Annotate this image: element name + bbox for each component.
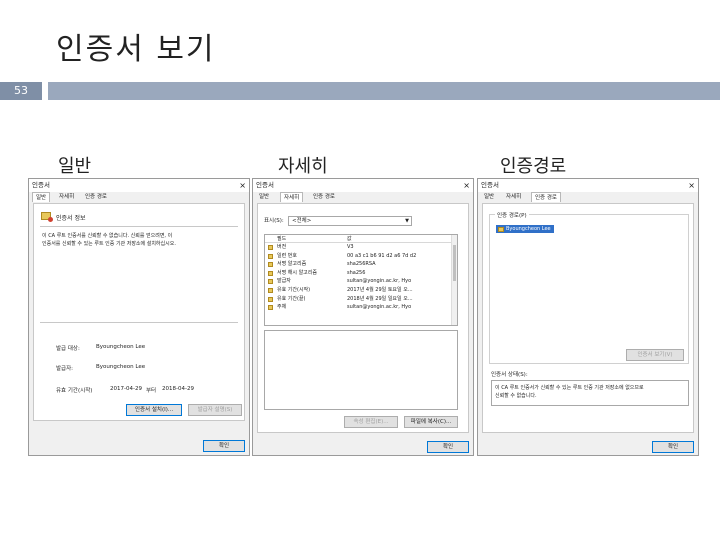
window-title: 인증서 xyxy=(256,181,274,189)
path-content: 인증 경로(P) Byoungcheon Lee 인증서 보기(V) 인증서 상… xyxy=(482,203,694,433)
panel-label-path: 인증경로 xyxy=(500,156,567,177)
validity-from: 2017-04-29 xyxy=(110,386,142,392)
certificate-warning-icon xyxy=(41,212,53,222)
window-titlebar: 인증서 × xyxy=(478,179,698,192)
show-label: 표시(S): xyxy=(264,218,284,224)
cert-status-box: 이 CA 루트 인증서가 신뢰할 수 있는 루트 인증 기관 저장소에 없으므로… xyxy=(491,380,689,406)
cert-path-label: 인증 경로(P) xyxy=(495,211,529,219)
general-content: 인증서 정보 이 CA 루트 인증서를 신뢰할 수 없습니다. 신뢰를 얻으려면… xyxy=(33,203,245,421)
cert-message-line2: 인증서를 신뢰할 수 있는 루트 인증 기관 저장소에 설치하십시오. xyxy=(42,241,176,247)
tab-bar: 일반 자세히 인증 경로 xyxy=(481,192,698,202)
validity-to-label: 부터 xyxy=(146,388,157,394)
list-item[interactable]: 서명 알고리즘 sha256RSA xyxy=(265,260,457,269)
divider xyxy=(40,322,238,323)
details-list[interactable]: 필드 값 버전 V3 일련 번호 00 a3 c1 b6 91 d2 a6 7d d… xyxy=(264,234,458,326)
certificate-window-details: 인증서 × 일반 자세히 인증 경로 표시(S): <전체> ▼ 필드 값 버전… xyxy=(252,178,474,456)
validity-to: 2018-04-29 xyxy=(162,386,194,392)
field-icon xyxy=(268,262,273,268)
field-icon xyxy=(268,270,273,276)
details-list-header: 필드 값 xyxy=(265,235,457,243)
show-select[interactable]: <전체> ▼ xyxy=(288,216,412,226)
column-value: 값 xyxy=(347,236,352,242)
issued-to-label: 발급 대상: xyxy=(56,346,80,352)
issued-by-label: 발급자: xyxy=(56,366,74,372)
tab-cert-path[interactable]: 인증 경로 xyxy=(531,192,561,202)
show-select-value: <전체> xyxy=(292,218,312,224)
window-titlebar: 인증서 × xyxy=(29,179,249,192)
tab-general[interactable]: 일반 xyxy=(256,192,272,202)
certificate-icon xyxy=(498,226,504,232)
cert-path-group: 인증 경로(P) Byoungcheon Lee 인증서 보기(V) xyxy=(489,211,689,364)
field-icon xyxy=(268,296,273,302)
divider xyxy=(40,226,238,227)
validity-label: 유효 기간(시작) xyxy=(56,388,93,394)
certificate-window-path: 인증서 × 일반 자세히 인증 경로 인증 경로(P) Byoungcheon … xyxy=(477,178,699,456)
issuer-statement-button[interactable]: 발급자 설명(S) xyxy=(188,404,242,416)
list-item[interactable]: 유효 기간(시작) 2017년 4월 29일 토요일 오... xyxy=(265,286,457,295)
install-certificate-button[interactable]: 인증서 설치(I)... xyxy=(126,404,182,416)
tab-details[interactable]: 자세히 xyxy=(280,192,304,202)
field-icon xyxy=(268,253,273,259)
ok-button[interactable]: 확인 xyxy=(652,441,694,453)
ok-button[interactable]: 확인 xyxy=(427,441,469,453)
issued-to-value: Byoungcheon Lee xyxy=(96,344,146,350)
edit-properties-button[interactable]: 속성 편집(E)... xyxy=(344,416,398,428)
cert-message-line1: 이 CA 루트 인증서를 신뢰할 수 없습니다. 신뢰를 얻으려면, 이 xyxy=(42,233,173,239)
tab-details[interactable]: 자세히 xyxy=(56,192,77,202)
list-item[interactable]: 서명 해시 알고리즘 sha256 xyxy=(265,269,457,278)
cert-status-line2: 신뢰할 수 없습니다. xyxy=(495,393,537,399)
cert-status-label: 인증서 상태(S): xyxy=(491,372,528,378)
field-icon xyxy=(268,287,273,293)
list-item[interactable]: 버전 V3 xyxy=(265,243,457,252)
cert-path-item[interactable]: Byoungcheon Lee xyxy=(496,225,554,233)
value-detail-box xyxy=(264,330,458,410)
list-item[interactable]: 주체 sultan@yongin.ac.kr, Hyo xyxy=(265,303,457,312)
column-field: 필드 xyxy=(277,236,287,242)
close-icon[interactable]: × xyxy=(463,179,470,192)
list-item[interactable]: 발급자 sultan@yongin.ac.kr, Hyo xyxy=(265,277,457,286)
issued-by-value: Byoungcheon Lee xyxy=(96,364,146,370)
tab-general[interactable]: 일반 xyxy=(481,192,497,202)
details-content: 표시(S): <전체> ▼ 필드 값 버전 V3 일련 번호 00 a3 c1 b6… xyxy=(257,203,469,433)
window-title: 인증서 xyxy=(481,181,499,189)
tab-cert-path[interactable]: 인증 경로 xyxy=(82,192,110,202)
cert-info-heading: 인증서 정보 xyxy=(56,215,86,222)
tab-bar: 일반 자세히 인증 경로 xyxy=(256,192,473,202)
tab-general[interactable]: 일반 xyxy=(32,192,51,202)
view-certificate-button[interactable]: 인증서 보기(V) xyxy=(626,349,684,361)
chevron-down-icon: ▼ xyxy=(405,218,409,224)
list-item[interactable]: 유효 기간(끝) 2018년 4월 29일 일요일 오... xyxy=(265,295,457,304)
window-title: 인증서 xyxy=(32,181,50,189)
tab-cert-path[interactable]: 인증 경로 xyxy=(310,192,338,202)
list-item[interactable]: 일련 번호 00 a3 c1 b6 91 d2 a6 7d d2 xyxy=(265,252,457,261)
field-icon xyxy=(268,305,273,311)
scrollbar[interactable] xyxy=(451,235,457,325)
panel-label-details: 자세히 xyxy=(278,156,328,177)
close-icon[interactable]: × xyxy=(239,179,246,192)
tab-bar: 일반 자세히 인증 경로 xyxy=(32,192,249,202)
cert-status-line1: 이 CA 루트 인증서가 신뢰할 수 있는 루트 인증 기관 저장소에 없으므로 xyxy=(495,385,644,391)
field-icon xyxy=(268,279,273,285)
window-titlebar: 인증서 × xyxy=(253,179,473,192)
slide-title: 인증서 보기 xyxy=(56,32,216,67)
ok-button[interactable]: 확인 xyxy=(203,440,245,452)
copy-to-file-button[interactable]: 파일에 복사(C)... xyxy=(404,416,458,428)
certificate-window-general: 인증서 × 일반 자세히 인증 경로 인증서 정보 이 CA 루트 인증서를 신… xyxy=(28,178,250,456)
close-icon[interactable]: × xyxy=(688,179,695,192)
panel-label-general: 일반 xyxy=(58,156,92,177)
tab-details[interactable]: 자세히 xyxy=(503,192,524,202)
page-number: 53 xyxy=(0,82,42,100)
field-icon xyxy=(268,245,273,250)
header-bar xyxy=(48,82,720,100)
